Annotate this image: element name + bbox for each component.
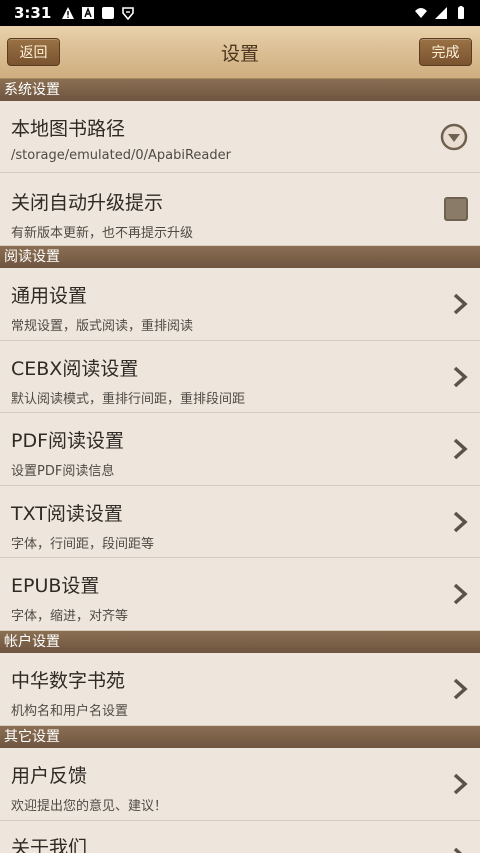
item-subtitle: 设置PDF阅读信息 [11, 464, 115, 479]
chevron-right-icon [453, 293, 468, 315]
chevron-right-icon [453, 366, 468, 387]
item-subtitle: 机构名和用户名设置 [11, 704, 129, 719]
item-subtitle: 字体，缩进，对齐等 [11, 609, 129, 624]
chevron-right-icon [453, 678, 468, 700]
item-title: 中华数字书苑 [11, 670, 126, 692]
item-title: 关闭自动升级提示 [11, 192, 164, 214]
status-bar: 3:31 [0, 0, 480, 26]
signal-icon [435, 7, 447, 19]
section-header-other: 其它设置 [0, 726, 480, 748]
status-time: 3:31 [14, 4, 52, 22]
item-subtitle: 欢迎提出您的意见、建议！ [11, 799, 168, 814]
pdf-reading-settings-item[interactable]: PDF阅读设置 设置PDF阅读信息 [0, 413, 480, 486]
zhonghua-digital-library-item[interactable]: 中华数字书苑 机构名和用户名设置 [0, 653, 480, 726]
disable-auto-upgrade-item[interactable]: 关闭自动升级提示 有新版本更新，也不再提示升级 [0, 173, 480, 246]
item-title: TXT阅读设置 [11, 503, 123, 525]
auto-upgrade-checkbox[interactable] [444, 197, 468, 221]
wifi-icon [415, 8, 427, 18]
title-bar: 返回 设置 完成 [0, 26, 480, 79]
chevron-right-icon [453, 511, 468, 532]
item-subtitle: 有新版本更新，也不再提示升级 [11, 226, 194, 241]
section-header-reading: 阅读设置 [0, 246, 480, 268]
a-box-icon [82, 7, 95, 19]
item-subtitle: 常规设置，版式阅读，重排阅读 [11, 319, 194, 334]
warning-icon [62, 7, 75, 19]
epub-settings-item[interactable]: EPUB设置 字体，缩进，对齐等 [0, 558, 480, 631]
page-title: 设置 [220, 42, 259, 65]
chevron-right-icon [453, 773, 468, 795]
section-header-account: 帐户设置 [0, 631, 480, 653]
item-title: 关于我们 [11, 837, 88, 853]
item-subtitle: 字体，行间距，段间距等 [11, 537, 155, 552]
item-subtitle: 默认阅读模式，重排行间距，重排段间距 [11, 392, 246, 407]
item-title: 用户反馈 [11, 765, 88, 787]
dropdown-circle-icon[interactable] [440, 123, 468, 151]
item-title: 通用设置 [11, 285, 88, 307]
chevron-right-icon [453, 847, 463, 853]
item-subtitle: /storage/emulated/0/ApabiReader [11, 148, 231, 163]
done-button[interactable]: 完成 [419, 38, 472, 66]
item-title: CEBX阅读设置 [11, 358, 139, 380]
chevron-right-icon [453, 583, 468, 605]
battery-icon [458, 6, 464, 19]
section-header-system: 系统设置 [0, 79, 480, 101]
shield-icon [122, 7, 135, 20]
user-feedback-item[interactable]: 用户反馈 欢迎提出您的意见、建议！ [0, 748, 480, 821]
local-book-path-item[interactable]: 本地图书路径 /storage/emulated/0/ApabiReader [0, 101, 480, 173]
item-title: 本地图书路径 [11, 118, 126, 140]
txt-reading-settings-item[interactable]: TXT阅读设置 字体，行间距，段间距等 [0, 486, 480, 558]
cebx-reading-settings-item[interactable]: CEBX阅读设置 默认阅读模式，重排行间距，重排段间距 [0, 341, 480, 413]
back-button[interactable]: 返回 [7, 38, 60, 66]
square-icon [102, 7, 115, 19]
item-title: PDF阅读设置 [11, 430, 125, 452]
about-us-item[interactable]: 关于我们 [0, 821, 480, 853]
item-title: EPUB设置 [11, 575, 100, 597]
chevron-right-icon [453, 438, 468, 460]
general-settings-item[interactable]: 通用设置 常规设置，版式阅读，重排阅读 [0, 268, 480, 341]
